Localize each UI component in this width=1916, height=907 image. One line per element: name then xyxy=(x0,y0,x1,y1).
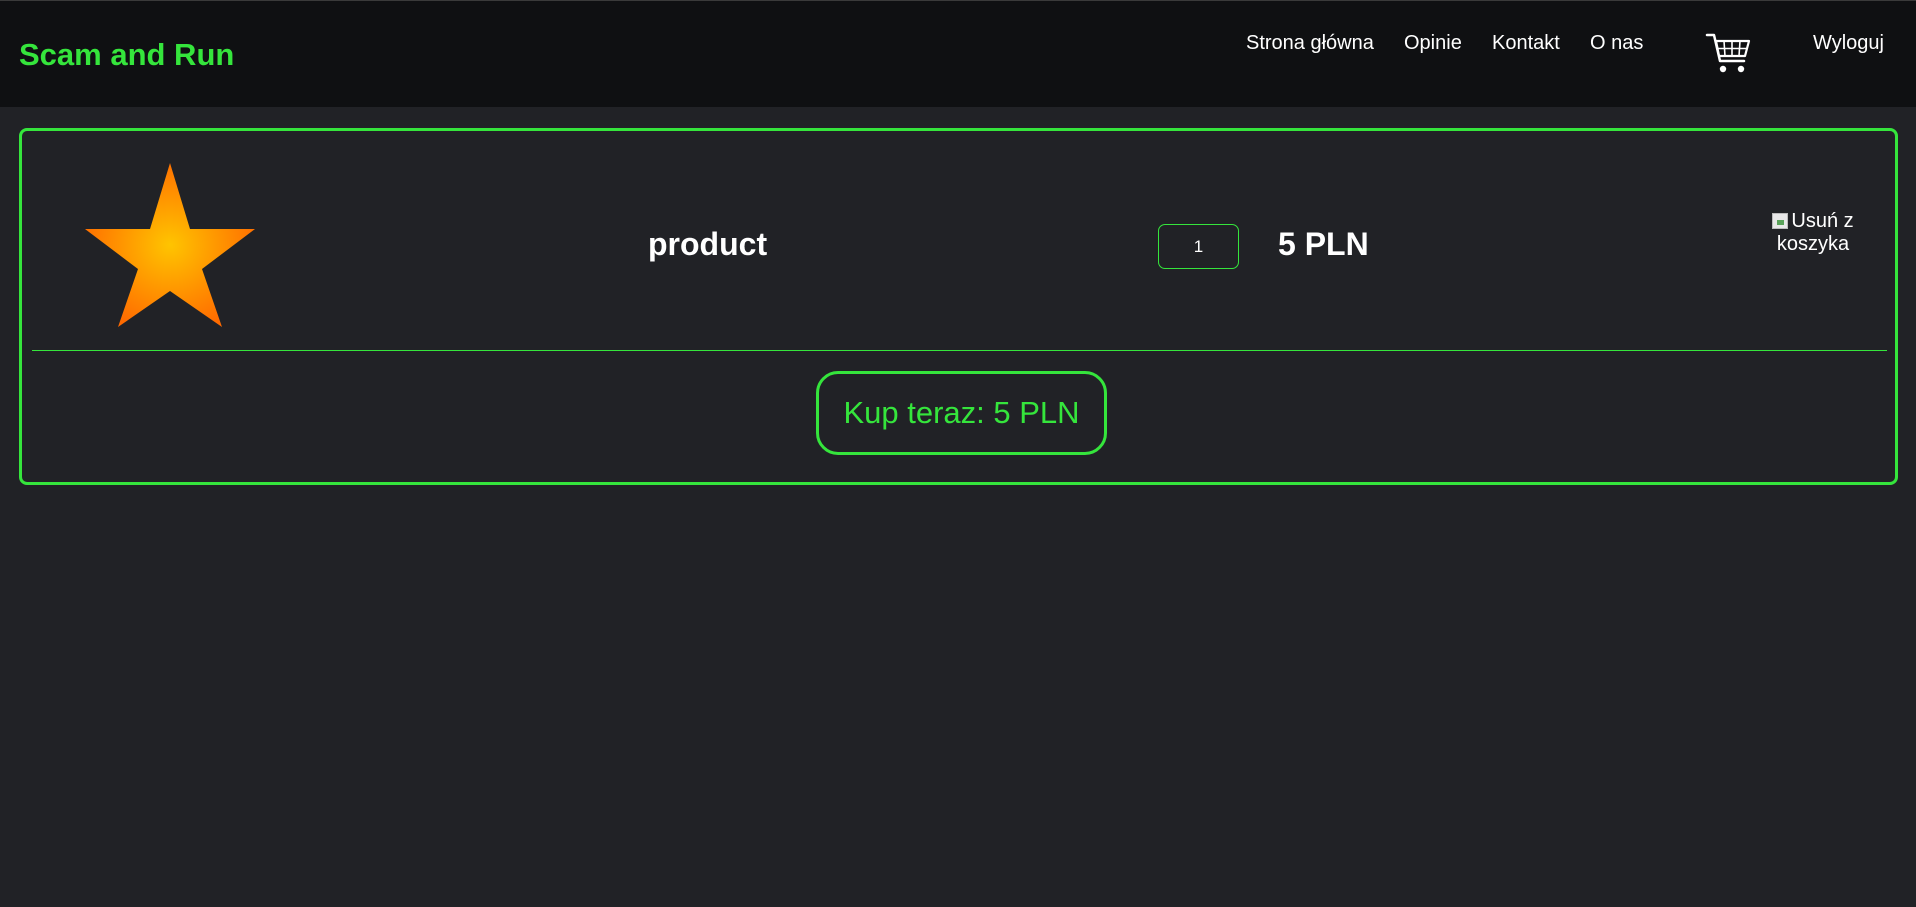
shopping-cart-icon[interactable] xyxy=(1705,31,1751,75)
broken-image-icon xyxy=(1772,213,1789,229)
nav-link-home[interactable]: Strona główna xyxy=(1246,31,1374,55)
divider xyxy=(32,350,1887,351)
remove-from-cart-label: Usuń z koszyka xyxy=(1776,210,1854,255)
product-price: 5 PLN xyxy=(1278,226,1369,262)
remove-from-cart-button[interactable]: Usuń z koszyka xyxy=(1765,210,1861,256)
brand-logo[interactable]: Scam and Run xyxy=(19,37,234,73)
cart-panel: product 5 PLN Usuń z koszyka Kup teraz: … xyxy=(19,128,1898,485)
navbar: Scam and Run Strona główna Opinie Kontak… xyxy=(0,0,1916,107)
product-name: product xyxy=(648,226,768,262)
nav-link-reviews[interactable]: Opinie xyxy=(1404,31,1462,55)
logout-link[interactable]: Wyloguj xyxy=(1813,31,1884,55)
star-icon xyxy=(82,161,258,329)
nav-link-about[interactable]: O nas xyxy=(1590,31,1643,55)
nav-link-contact[interactable]: Kontakt xyxy=(1492,31,1560,55)
quantity-input[interactable] xyxy=(1158,224,1239,269)
buy-now-button[interactable]: Kup teraz: 5 PLN xyxy=(816,371,1107,455)
